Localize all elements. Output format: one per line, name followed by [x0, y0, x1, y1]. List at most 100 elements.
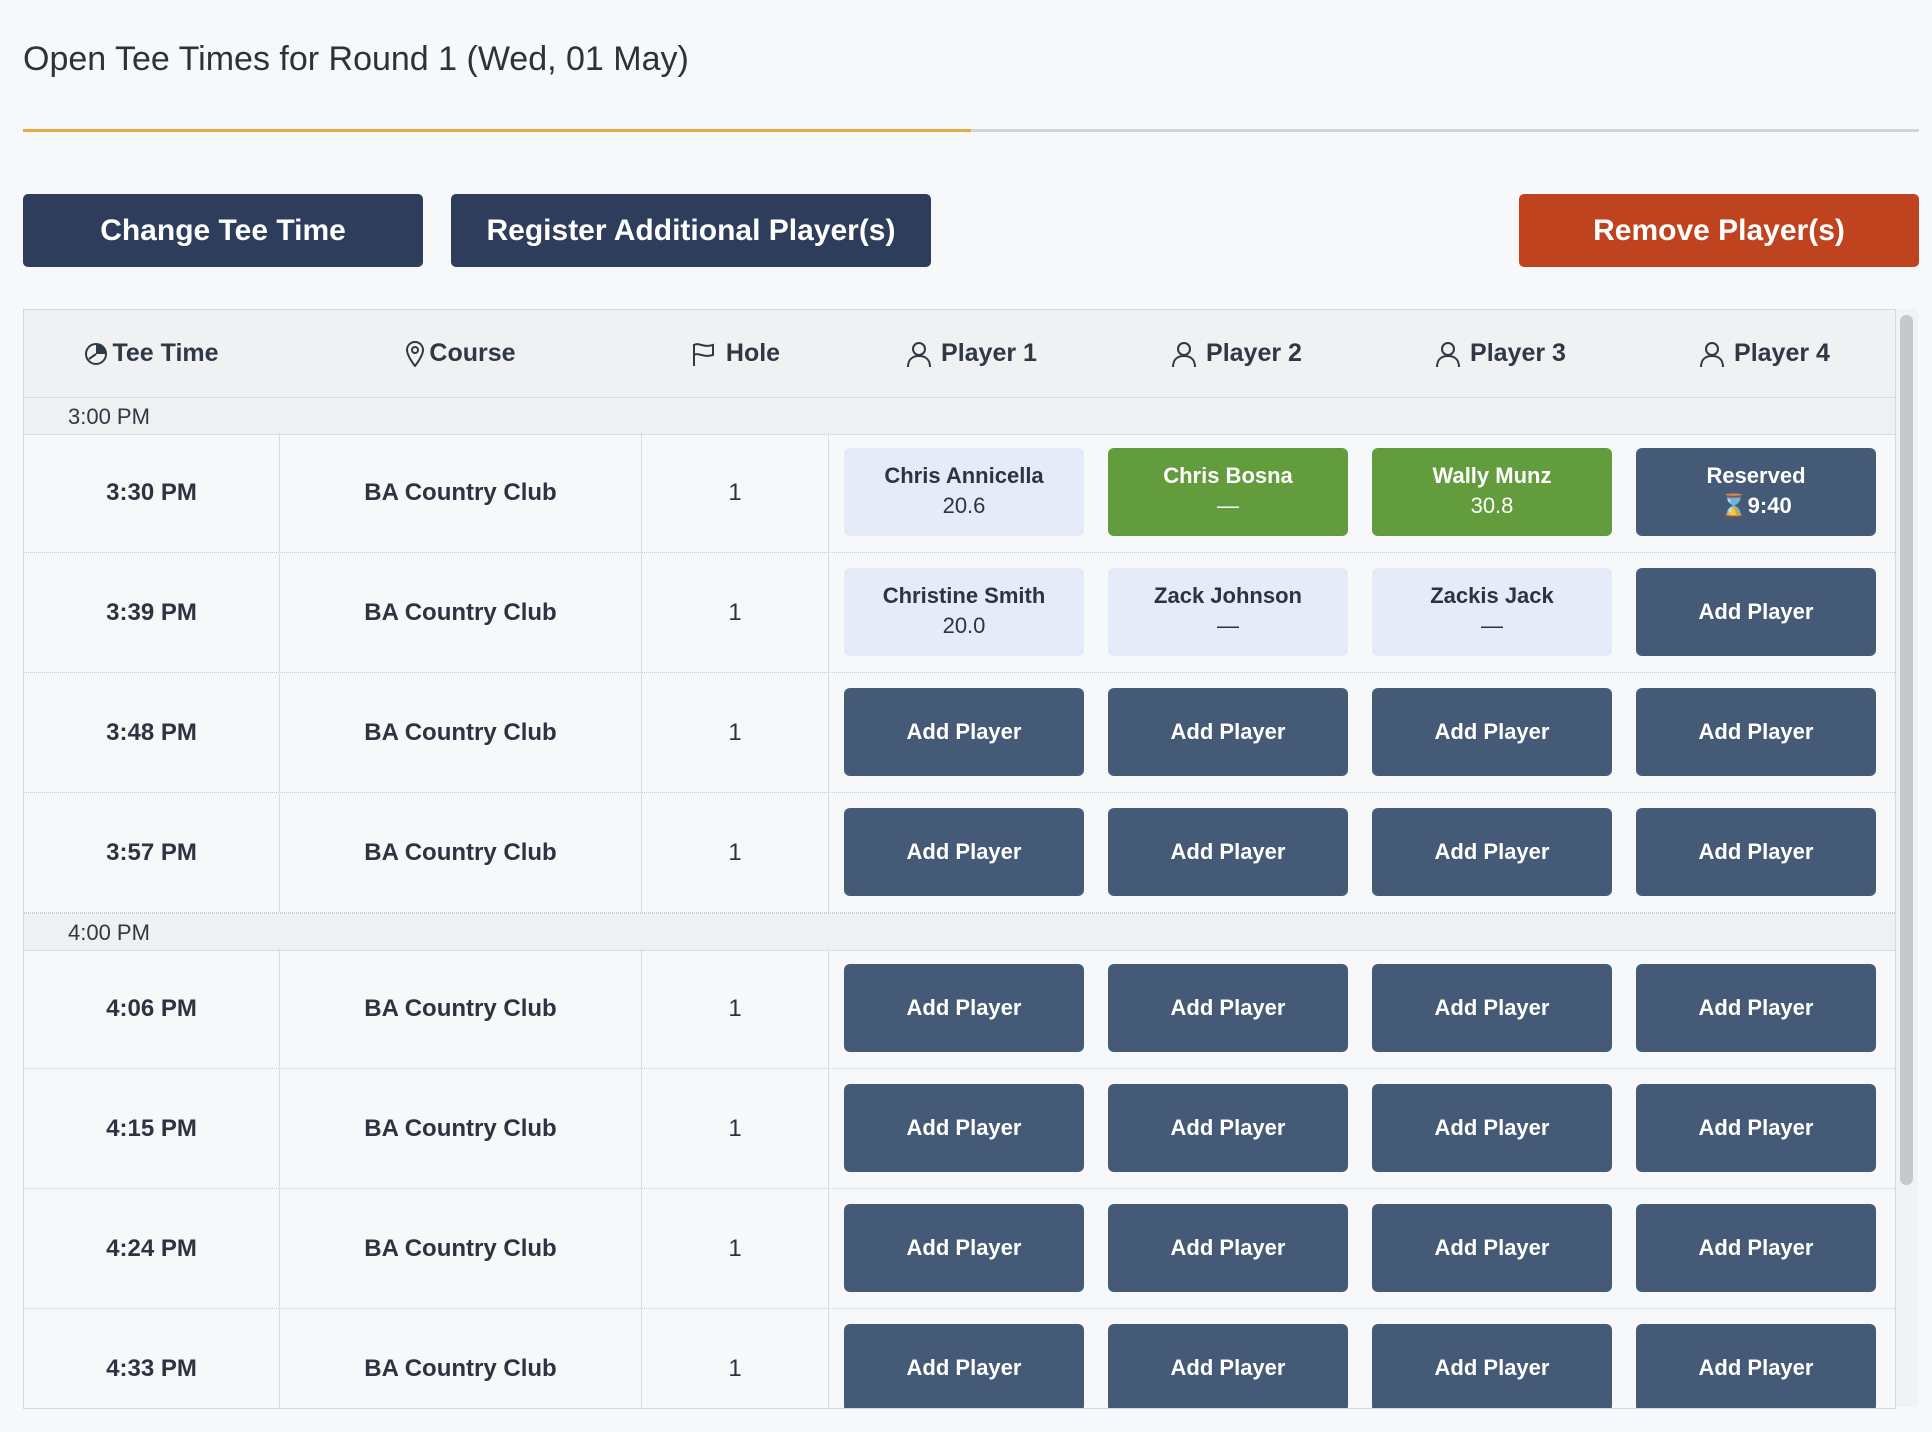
scrollbar-thumb[interactable] — [1900, 315, 1913, 1185]
user-icon — [1700, 341, 1725, 367]
add-player-button[interactable]: Add Player — [844, 964, 1084, 1052]
add-player-button[interactable]: Add Player — [1108, 964, 1348, 1052]
add-player-label: Add Player — [1170, 839, 1286, 864]
add-player-button[interactable]: Add Player — [1636, 688, 1876, 776]
add-player-button[interactable]: Add Player — [1372, 808, 1612, 896]
table-row: 3:57 PM BA Country Club 1 Add Player Add Pla… — [24, 793, 1895, 913]
table-row: 4:15 PM BA Country Club 1 Add Player Add Pla… — [24, 1069, 1895, 1189]
add-player-label: Add Player — [906, 995, 1022, 1020]
add-player-label: Add Player — [1698, 839, 1814, 864]
player-name: Chris Bosna — [1163, 463, 1293, 488]
add-player-button[interactable]: Add Player — [844, 808, 1084, 896]
tee-time-cell: 4:15 PM — [24, 1069, 280, 1188]
course-cell: BA Country Club — [280, 433, 642, 552]
time-group-label: 4:00 PM — [68, 920, 150, 945]
tee-time-cell: 4:33 PM — [24, 1309, 280, 1408]
time-group-header: 4:00 PM — [24, 913, 1895, 951]
player-name: Zackis Jack — [1430, 583, 1554, 608]
course-cell: BA Country Club — [280, 1309, 642, 1408]
course-cell: BA Country Club — [280, 1189, 642, 1308]
header-player-4: Player 4 — [1632, 310, 1895, 397]
add-player-label: Add Player — [1434, 1235, 1550, 1260]
add-player-button[interactable]: Add Player — [844, 1204, 1084, 1292]
time-group-header: 3:00 PM — [24, 397, 1895, 435]
header-player-2-label: Player 2 — [1206, 339, 1302, 367]
player-name: Wally Munz — [1432, 463, 1552, 488]
hole-cell: 1 — [642, 949, 829, 1068]
course-cell: BA Country Club — [280, 1069, 642, 1188]
header-course-label: Course — [429, 339, 516, 367]
player-handicap: — — [1217, 493, 1239, 518]
remove-players-button[interactable]: Remove Player(s) — [1519, 194, 1919, 267]
player-slot[interactable]: Wally Munz 30.8 — [1372, 448, 1612, 536]
course-cell: BA Country Club — [280, 793, 642, 912]
add-player-label: Add Player — [1434, 995, 1550, 1020]
player-handicap: 30.8 — [1470, 493, 1514, 518]
player-slot[interactable]: Chris Bosna — — [1108, 448, 1348, 536]
table-scrollbar[interactable] — [1896, 309, 1918, 1407]
clock-icon — [85, 342, 108, 365]
flag-icon — [692, 342, 714, 366]
player-slot[interactable]: Zack Johnson — — [1108, 568, 1348, 656]
add-player-button[interactable]: Add Player — [1108, 1204, 1348, 1292]
hole-cell: 1 — [642, 673, 829, 792]
add-player-label: Add Player — [1698, 719, 1814, 744]
tee-time-cell: 3:48 PM — [24, 673, 280, 792]
reserved-label: Reserved — [1706, 463, 1806, 488]
add-player-label: Add Player — [1434, 839, 1550, 864]
add-player-button[interactable]: Add Player — [844, 1324, 1084, 1408]
add-player-button[interactable]: Add Player — [1372, 964, 1612, 1052]
add-player-label: Add Player — [1170, 995, 1286, 1020]
add-player-label: Add Player — [1698, 995, 1814, 1020]
add-player-button[interactable]: Add Player — [1108, 1084, 1348, 1172]
add-player-button[interactable]: Add Player — [1636, 568, 1876, 656]
add-player-button[interactable]: Add Player — [844, 688, 1084, 776]
change-tee-time-button[interactable]: Change Tee Time — [23, 194, 423, 267]
hole-cell: 1 — [642, 793, 829, 912]
add-player-button[interactable]: Add Player — [1636, 1084, 1876, 1172]
add-player-button[interactable]: Add Player — [1108, 1324, 1348, 1408]
player-slot[interactable]: Christine Smith 20.0 — [844, 568, 1084, 656]
register-additional-players-button[interactable]: Register Additional Player(s) — [451, 194, 931, 267]
add-player-label: Add Player — [1698, 1115, 1814, 1140]
add-player-button[interactable]: Add Player — [1108, 688, 1348, 776]
header-hole-label: Hole — [725, 339, 781, 367]
header-player-1-label: Player 1 — [941, 339, 1037, 367]
table-row: 3:30 PM BA Country Club 1 Chris Annicella 20… — [24, 433, 1895, 553]
add-player-button[interactable]: Add Player — [1636, 964, 1876, 1052]
title-divider-accent — [23, 129, 971, 132]
player-slot[interactable]: Zackis Jack — — [1372, 568, 1612, 656]
reserved-slot[interactable]: Reserved ⌛9:40 — [1636, 448, 1876, 536]
table-row: 4:06 PM BA Country Club 1 Add Player Add Pla… — [24, 949, 1895, 1069]
add-player-button[interactable]: Add Player — [1108, 808, 1348, 896]
title-divider — [23, 129, 1919, 132]
add-player-label: Add Player — [1170, 1115, 1286, 1140]
course-cell: BA Country Club — [280, 553, 642, 672]
table-header: Tee Time Course Hole Player 1 Player 2 P… — [24, 310, 1895, 398]
add-player-label: Add Player — [1698, 599, 1814, 624]
add-player-button[interactable]: Add Player — [1372, 688, 1612, 776]
add-player-button[interactable]: Add Player — [1372, 1204, 1612, 1292]
time-group-label: 3:00 PM — [68, 404, 150, 429]
player-handicap: 20.0 — [942, 613, 986, 638]
table-row: 4:33 PM BA Country Club 1 Add Player Add Pla… — [24, 1309, 1895, 1408]
player-slot[interactable]: Chris Annicella 20.6 — [844, 448, 1084, 536]
tee-time-cell: 3:30 PM — [24, 433, 280, 552]
add-player-button[interactable]: Add Player — [1372, 1084, 1612, 1172]
add-player-button[interactable]: Add Player — [1636, 1324, 1876, 1408]
add-player-label: Add Player — [1170, 1235, 1286, 1260]
add-player-button[interactable]: Add Player — [1636, 1204, 1876, 1292]
header-player-1: Player 1 — [839, 310, 1103, 397]
add-player-label: Add Player — [906, 1355, 1022, 1380]
add-player-label: Add Player — [906, 1115, 1022, 1140]
add-player-button[interactable]: Add Player — [844, 1084, 1084, 1172]
header-player-3-label: Player 3 — [1470, 339, 1566, 367]
header-hole: Hole — [642, 310, 828, 397]
add-player-button[interactable]: Add Player — [1372, 1324, 1612, 1408]
add-player-label: Add Player — [906, 1235, 1022, 1260]
table-row: 3:39 PM BA Country Club 1 Christine Smith 20… — [24, 553, 1895, 673]
header-player-4-label: Player 4 — [1734, 339, 1830, 367]
table-row: 4:24 PM BA Country Club 1 Add Player Add Pla… — [24, 1189, 1895, 1309]
add-player-label: Add Player — [906, 719, 1022, 744]
add-player-button[interactable]: Add Player — [1636, 808, 1876, 896]
